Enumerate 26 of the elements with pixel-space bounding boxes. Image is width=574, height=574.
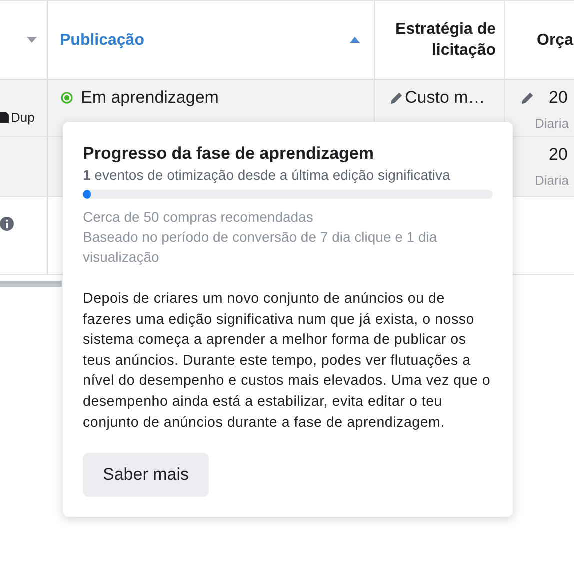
- progress-text: 1 eventos de otimização desde a última edição significativa: [83, 167, 452, 183]
- budget-value: 20: [549, 145, 568, 165]
- pencil-icon[interactable]: [520, 90, 535, 106]
- column-label: Estratégia de licitação: [394, 20, 496, 61]
- caret-down-icon: [27, 37, 37, 43]
- column-header[interactable]: Publicação: [48, 1, 375, 79]
- note-text: Baseado no período de conversão de 7 dia clique e 1 dia visualização: [83, 228, 438, 267]
- popover-title: Progresso da fase de aprendizagem: [83, 144, 375, 164]
- pencil-icon[interactable]: [389, 90, 404, 106]
- status-text: Em aprendizagem: [81, 88, 219, 108]
- column-label: Orça: [537, 30, 574, 50]
- sort-up-icon: [350, 37, 360, 43]
- bid-strategy: Custo m…: [405, 88, 486, 108]
- column-header[interactable]: Orça: [505, 1, 574, 79]
- budget-value: 20: [549, 88, 568, 108]
- budget-subtitle: Diaria: [534, 173, 570, 188]
- column-header[interactable]: Estratégia de licitação: [375, 1, 505, 79]
- info-icon[interactable]: [0, 217, 14, 231]
- budget-subtitle: Diaria: [534, 116, 570, 131]
- description-text: Depois de criares um novo conjunto de anúncios ou de fazeres uma edição significativa num que já exista, o nosso sistema começa a aprender a melhor forma de publicar os teus anúncios. Durante este tempo, podes ver flutuações a nível do desempenho e custos mais elevados. Uma vez que o desempenho ainda está a estabilizar, evita editar o teu conjunto de anúncios durante a fase de aprendizagem.: [83, 290, 492, 433]
- scrollbar[interactable]: [0, 281, 62, 287]
- document-icon: [0, 112, 9, 123]
- learn-more-button[interactable]: Saber mais: [83, 453, 209, 498]
- duplicate-link[interactable]: Dup: [11, 110, 35, 125]
- column-label: Publicação: [60, 30, 144, 50]
- note-text: Cerca de 50 compras recomendadas: [83, 208, 314, 227]
